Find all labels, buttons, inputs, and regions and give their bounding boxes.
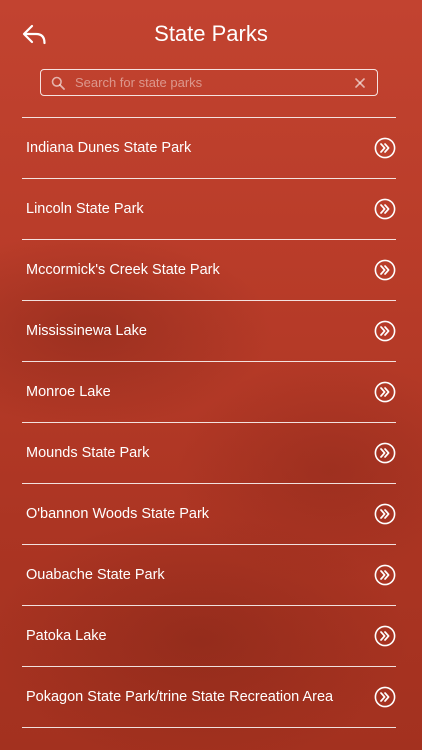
- double-chevron-right-icon: [374, 503, 396, 525]
- list-item[interactable]: Indiana Dunes State Park: [22, 118, 396, 179]
- park-name: Lincoln State Park: [26, 201, 144, 217]
- park-name: Pokagon State Park/trine State Recreatio…: [26, 689, 334, 705]
- list-item[interactable]: Monroe Lake: [22, 362, 396, 423]
- double-chevron-right-icon: [374, 442, 396, 464]
- list-item[interactable]: O'bannon Woods State Park: [22, 484, 396, 545]
- search-bar: [40, 69, 378, 96]
- list-item[interactable]: Lincoln State Park: [22, 179, 396, 240]
- park-name: Mccormick's Creek State Park: [26, 262, 220, 278]
- park-name: Mounds State Park: [26, 445, 150, 461]
- clear-search-button[interactable]: [353, 76, 367, 90]
- double-chevron-right-icon: [374, 320, 396, 342]
- list-item[interactable]: Patoka Lake: [22, 606, 396, 667]
- park-name: O'bannon Woods State Park: [26, 506, 210, 522]
- search-icon: [51, 75, 67, 91]
- screen: State Parks Indiana Dunes State Park Lin…: [0, 0, 422, 750]
- double-chevron-right-icon: [374, 381, 396, 403]
- search-input[interactable]: [67, 70, 353, 95]
- list-item[interactable]: Mississinewa Lake: [22, 301, 396, 362]
- list-item[interactable]: Pokagon State Park/trine State Recreatio…: [22, 667, 396, 728]
- double-chevron-right-icon: [374, 625, 396, 647]
- double-chevron-right-icon: [374, 198, 396, 220]
- double-chevron-right-icon: [374, 564, 396, 586]
- double-chevron-right-icon: [374, 137, 396, 159]
- parks-list: Indiana Dunes State Park Lincoln State P…: [22, 117, 396, 728]
- list-item[interactable]: Mccormick's Creek State Park: [22, 240, 396, 301]
- list-item[interactable]: Mounds State Park: [22, 423, 396, 484]
- double-chevron-right-icon: [374, 686, 396, 708]
- double-chevron-right-icon: [374, 259, 396, 281]
- park-name: Indiana Dunes State Park: [26, 140, 192, 156]
- park-name: Ouabache State Park: [26, 567, 165, 583]
- page-title: State Parks: [154, 21, 268, 46]
- list-item[interactable]: Ouabache State Park: [22, 545, 396, 606]
- header: State Parks: [0, 0, 422, 68]
- park-name: Mississinewa Lake: [26, 323, 147, 339]
- park-name: Patoka Lake: [26, 628, 107, 644]
- park-name: Monroe Lake: [26, 384, 111, 400]
- close-icon: [355, 77, 365, 88]
